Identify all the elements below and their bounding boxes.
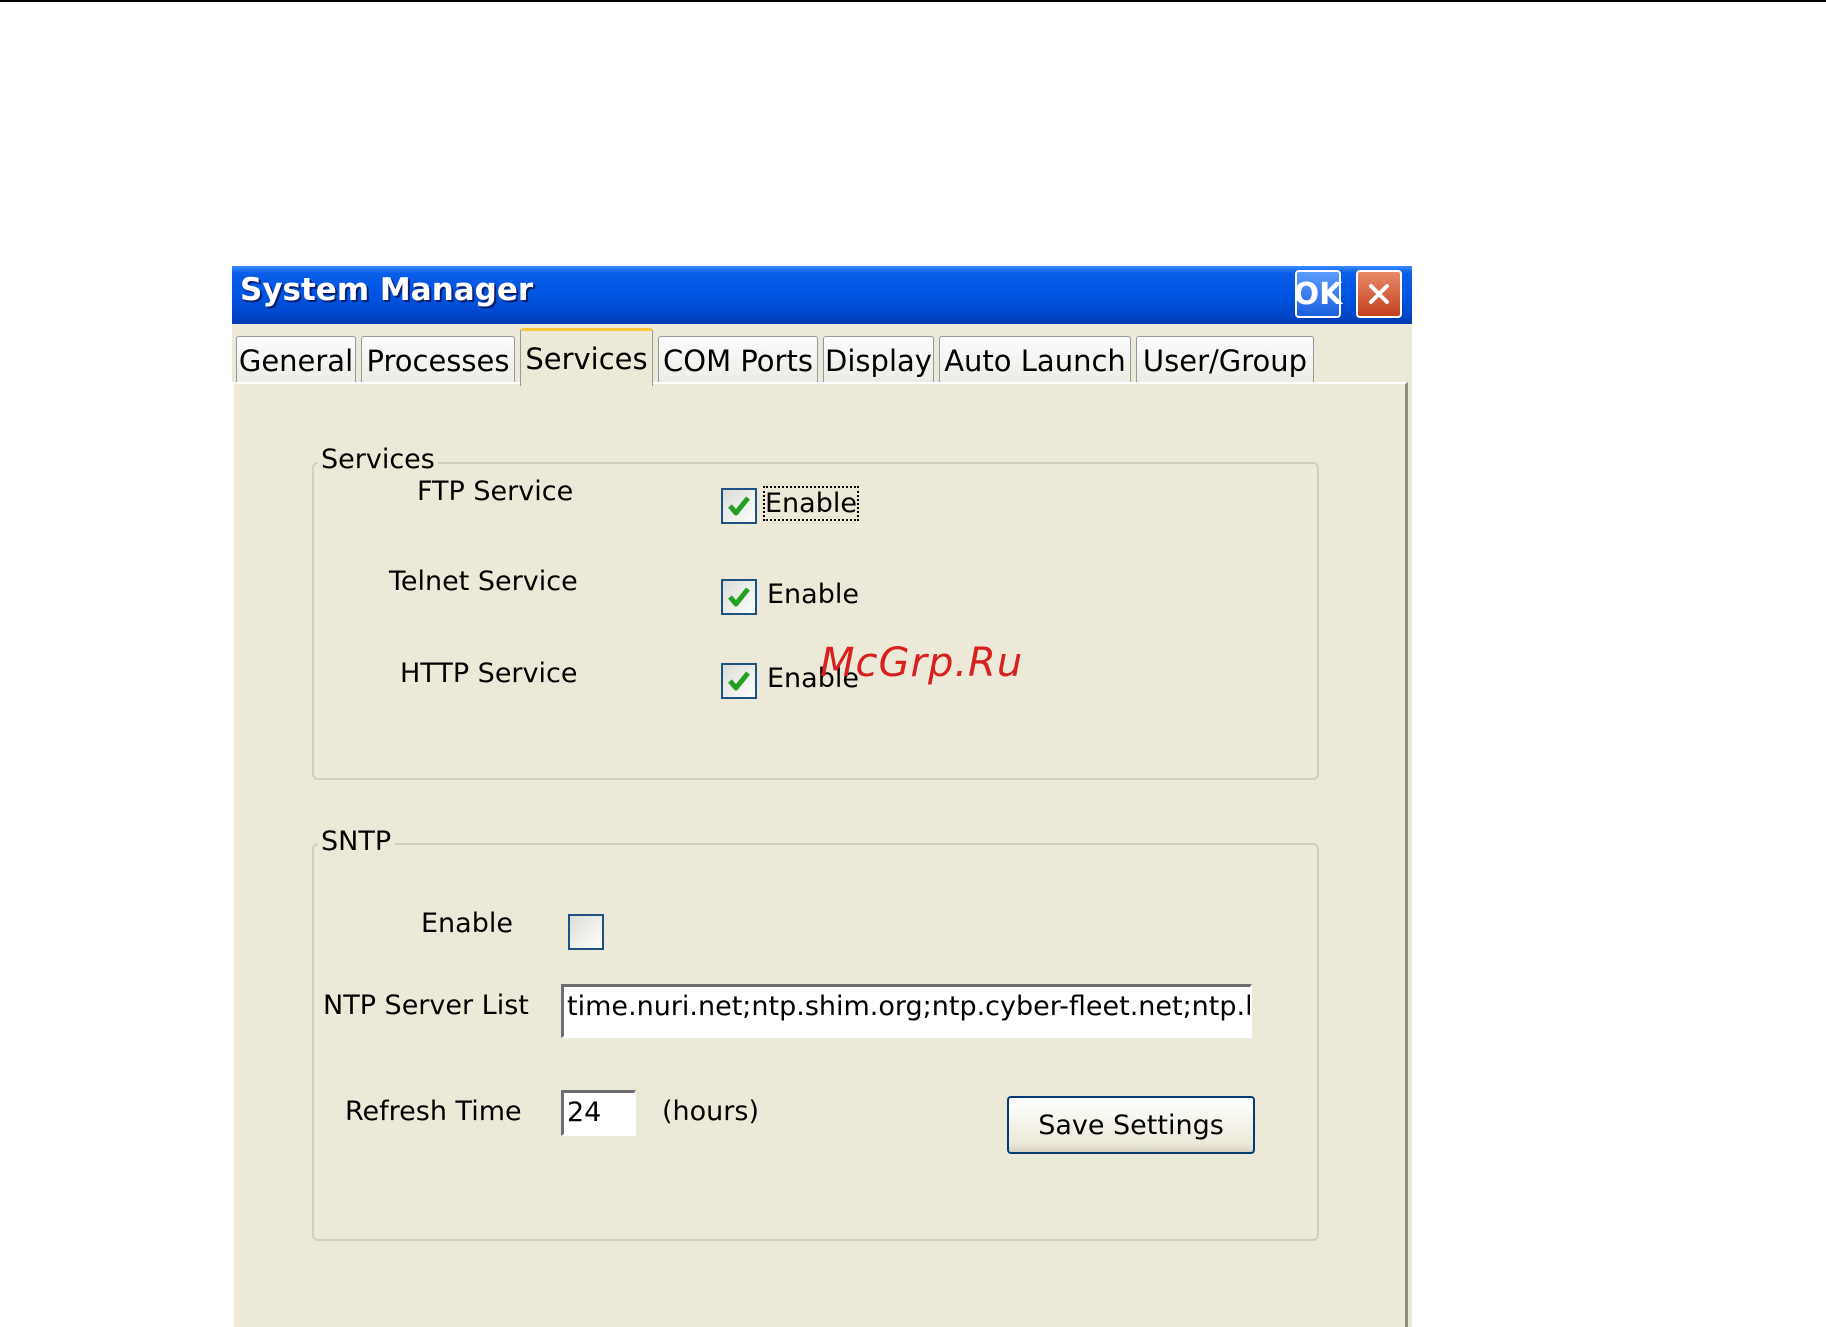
sntp-enable-label: Enable [421,908,513,939]
tab-services[interactable]: Services [520,328,653,386]
tab-display[interactable]: Display [823,336,934,384]
tab-general[interactable]: General [236,336,356,384]
close-button[interactable] [1356,270,1402,318]
http-enable-checkbox[interactable] [721,663,757,699]
tab-strip: General Processes Services COM Ports Dis… [232,324,1412,386]
refresh-time-unit: (hours) [662,1096,759,1127]
refresh-time-input[interactable]: 24 [561,1090,636,1136]
tab-user-group[interactable]: User/Group [1136,336,1314,384]
checkmark-icon [728,496,750,516]
system-manager-window: System Manager OK General Processes Serv… [232,266,1412,1327]
refresh-time-label: Refresh Time [345,1096,522,1127]
http-service-label: HTTP Service [400,658,578,689]
ntp-server-list-input[interactable]: time.nuri.net;ntp.shim.org;ntp.cyber-fle… [561,984,1252,1038]
ntp-server-list-label: NTP Server List [323,990,529,1021]
watermark: McGrp.Ru [820,640,1024,686]
telnet-enable-label[interactable]: Enable [767,579,859,610]
tab-auto-launch[interactable]: Auto Launch [939,336,1131,384]
page-top-rule [0,0,1826,2]
close-icon [1369,284,1389,304]
ok-button[interactable]: OK [1294,270,1342,318]
ftp-service-label: FTP Service [417,476,574,507]
save-settings-button[interactable]: Save Settings [1007,1096,1255,1154]
sntp-group-title: SNTP [318,826,395,857]
tab-processes[interactable]: Processes [361,336,515,384]
services-group-title: Services [318,444,438,475]
ftp-enable-label[interactable]: Enable [763,486,859,521]
sntp-enable-checkbox[interactable] [568,914,604,950]
telnet-service-label: Telnet Service [389,566,578,597]
window-title: System Manager [240,272,534,308]
checkmark-icon [728,587,750,607]
checkmark-icon [728,671,750,691]
title-bar[interactable]: System Manager OK [232,266,1412,324]
telnet-enable-checkbox[interactable] [721,579,757,615]
tab-com-ports[interactable]: COM Ports [658,336,818,384]
sntp-groupbox [312,843,1319,1241]
ftp-enable-checkbox[interactable] [721,488,757,524]
